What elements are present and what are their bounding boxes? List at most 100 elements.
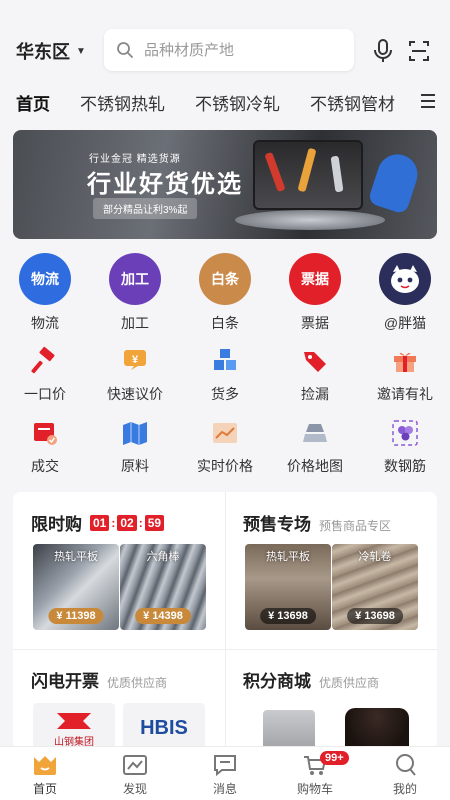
boxes-icon — [214, 349, 236, 370]
quick-label: 原料 — [121, 458, 149, 474]
timer-minutes: 02 — [117, 514, 137, 531]
quick-transactions[interactable]: 成交 — [0, 418, 90, 476]
banner-tagline: 行业金冠 精选货源 — [89, 154, 181, 165]
service-label: 票据 — [301, 315, 329, 331]
microphone-icon[interactable] — [372, 38, 394, 64]
top-bar: 华东区 ▼ — [0, 0, 450, 84]
product-card[interactable]: 六角棒 ¥ 14398 — [120, 544, 206, 630]
nav-messages[interactable]: 消息 — [180, 747, 270, 800]
quick-price-map[interactable]: 价格地图 — [270, 418, 360, 476]
quick-actions-row-2: 成交 原料 实时价格 价格地图 数钢筋 — [0, 418, 450, 476]
quick-invite[interactable]: 邀请有礼 — [360, 346, 450, 404]
nav-profile[interactable]: 我的 — [360, 747, 450, 800]
quick-label: 价格地图 — [287, 458, 343, 474]
product-card[interactable]: 热轧平板 ¥ 11398 — [33, 544, 119, 630]
quick-label: 货多 — [211, 386, 239, 402]
banner-pill: 部分精品让利3%起 — [93, 198, 198, 219]
service-bills[interactable]: 票据 票据 — [270, 253, 360, 333]
region-selector[interactable]: 华东区 ▼ — [16, 38, 86, 64]
processing-icon: 加工 — [109, 253, 161, 305]
points-header[interactable]: 积分商城 优质供应商 — [243, 667, 379, 692]
product-name: 热轧平板 — [54, 551, 98, 563]
service-processing[interactable]: 加工 加工 — [90, 253, 180, 333]
service-mascot[interactable]: @胖猫 — [360, 253, 450, 333]
nav-discover[interactable]: 发现 — [90, 747, 180, 800]
search-box[interactable] — [104, 29, 354, 71]
quick-label: 一口价 — [24, 386, 66, 402]
countdown-timer: 01 : 02 : 59 — [90, 514, 165, 531]
invoice-header[interactable]: 闪电开票 优质供应商 — [31, 667, 167, 692]
profile-icon — [396, 754, 416, 776]
service-credit[interactable]: 白条 白条 — [180, 253, 270, 333]
service-label: @胖猫 — [383, 315, 427, 331]
display-plate — [235, 210, 385, 230]
invoice-subtitle: 优质供应商 — [107, 676, 168, 690]
quick-stock[interactable]: 货多 — [180, 346, 270, 404]
discover-icon — [123, 755, 147, 775]
nav-label: 发现 — [122, 782, 147, 796]
product-price: ¥ 13698 — [260, 608, 316, 624]
cart-count-badge: 99+ — [320, 751, 349, 765]
nav-home[interactable]: 首页 — [0, 747, 90, 800]
product-card[interactable]: 热轧平板 ¥ 13698 — [245, 544, 331, 630]
tab-cold-rolled[interactable]: 不锈钢冷轧 — [195, 90, 280, 115]
gavel-icon — [31, 346, 55, 374]
map-icon — [123, 422, 147, 445]
nav-label: 首页 — [32, 782, 57, 796]
timer-seconds: 59 — [144, 514, 165, 531]
mascot-avatar-icon — [379, 253, 431, 305]
product-image-suitcase[interactable] — [263, 710, 315, 750]
vertical-divider — [225, 492, 226, 750]
presale-header[interactable]: 预售专场 预售商品专区 — [243, 510, 391, 535]
service-label: 物流 — [31, 315, 59, 331]
product-name: 热轧平板 — [266, 551, 310, 563]
tab-home[interactable]: 首页 — [16, 90, 50, 115]
service-label: 白条 — [211, 315, 239, 331]
nav-cart[interactable]: 购物车 99+ — [270, 747, 360, 800]
tab-hot-rolled[interactable]: 不锈钢热轧 — [80, 90, 165, 115]
product-name: 六角棒 — [146, 551, 180, 563]
promo-banner[interactable]: 行业金冠 精选货源 行业好货优选 部分精品让利3%起 — [13, 130, 437, 239]
bottom-navigation: 首页 发现 消息 购物车 99+ 我的 — [0, 746, 450, 800]
horizontal-divider — [13, 649, 437, 650]
quick-fixed-price[interactable]: 一口价 — [0, 346, 90, 404]
quick-live-price[interactable]: 实时价格 — [180, 418, 270, 476]
supplier-logo-hbis[interactable]: HBIS — [123, 703, 205, 750]
quick-bargain[interactable]: ¥ 快速议价 — [90, 346, 180, 404]
shandong-steel-logo-icon — [57, 713, 91, 729]
service-logistics[interactable]: 物流 物流 — [0, 253, 90, 333]
category-tabs: 首页 不锈钢热轧 不锈钢冷轧 不锈钢管材 — [0, 84, 450, 120]
yen-chat-icon: ¥ — [124, 350, 146, 370]
promotion-cards: 限时购 01 : 02 : 59 热轧平板 ¥ 11398 六角棒 ¥ 1439… — [13, 492, 437, 750]
quick-label: 邀请有礼 — [377, 386, 433, 402]
presale-title: 预售专场 — [243, 515, 311, 534]
quick-rebar-count[interactable]: 数钢筋 — [360, 418, 450, 476]
search-icon — [117, 42, 133, 58]
product-image-cooker[interactable] — [345, 708, 409, 750]
quick-label: 快速议价 — [107, 386, 163, 402]
tab-pipe[interactable]: 不锈钢管材 — [310, 90, 395, 115]
services-row: 物流 物流 加工 加工 白条 白条 票据 票据 @胖猫 — [0, 253, 450, 333]
quick-label: 实时价格 — [197, 458, 253, 474]
banner-headline: 行业好货优选 — [87, 171, 243, 198]
nav-label: 消息 — [212, 782, 237, 796]
points-subtitle: 优质供应商 — [319, 676, 380, 690]
home-icon — [34, 756, 56, 775]
quick-label: 数钢筋 — [384, 458, 426, 474]
product-name: 冷轧卷 — [358, 551, 392, 563]
tag-icon — [304, 352, 326, 372]
product-price: ¥ 11398 — [48, 608, 104, 624]
scan-icon[interactable] — [408, 40, 430, 62]
flash-sale-header[interactable]: 限时购 01 : 02 : 59 — [31, 510, 165, 535]
menu-icon[interactable] — [420, 92, 436, 110]
product-card[interactable]: 冷轧卷 ¥ 13698 — [332, 544, 418, 630]
quick-materials[interactable]: 原料 — [90, 418, 180, 476]
quick-deals[interactable]: 捡漏 — [270, 346, 360, 404]
rebar-icon — [392, 420, 418, 446]
supplier-logo-shandong[interactable]: 山钢集团 — [33, 703, 115, 750]
nav-label: 我的 — [392, 782, 417, 796]
search-input[interactable] — [144, 41, 344, 59]
bills-icon: 票据 — [289, 253, 341, 305]
invoice-title: 闪电开票 — [31, 672, 99, 691]
glove-image — [367, 149, 423, 215]
